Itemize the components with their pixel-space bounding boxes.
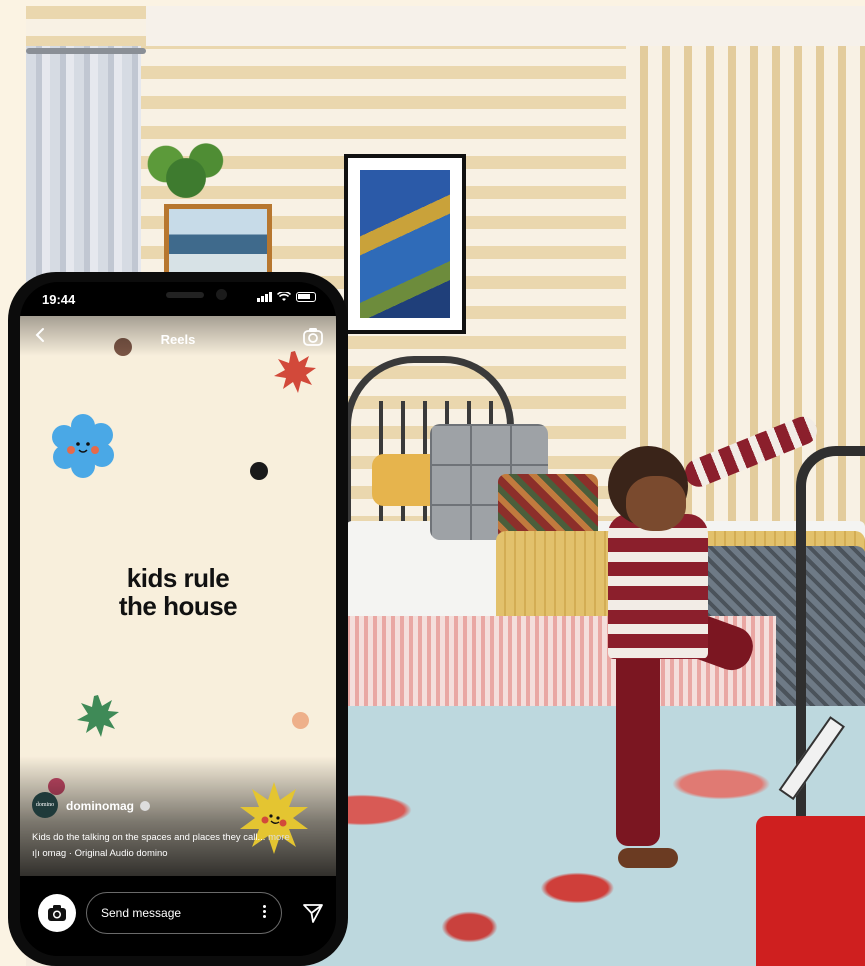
message-bar: Send message xyxy=(20,876,336,956)
headline-line-1: kids rule xyxy=(126,563,230,593)
message-placeholder: Send message xyxy=(101,906,182,920)
verified-badge-icon xyxy=(140,801,150,811)
ceiling xyxy=(146,6,865,46)
blue-flower-sticker xyxy=(52,414,114,478)
phone-mockup: 19:44 kids rule the house Reels domino d… xyxy=(8,272,348,966)
red-starburst-sticker xyxy=(274,351,316,393)
seascape-painting xyxy=(164,204,272,278)
status-time: 19:44 xyxy=(42,292,76,307)
composite-image: 19:44 kids rule the house Reels domino d… xyxy=(0,0,865,966)
front-camera xyxy=(216,289,227,300)
username-row[interactable]: dominomag xyxy=(66,799,150,813)
reel-video[interactable]: kids rule the house Reels domino dominom… xyxy=(20,316,336,876)
framed-photo xyxy=(344,154,466,334)
camera-button-icon xyxy=(48,905,66,921)
hanging-plant xyxy=(136,136,236,206)
camera-icon[interactable] xyxy=(302,326,324,348)
child-leg xyxy=(616,646,660,846)
child-foot xyxy=(618,848,678,868)
message-input[interactable]: Send message xyxy=(86,892,282,934)
yellow-sun-sticker xyxy=(240,782,308,854)
signal-icon xyxy=(257,292,272,302)
wifi-icon xyxy=(277,292,291,301)
more-dots-icon[interactable] xyxy=(263,903,267,923)
avatar[interactable]: domino xyxy=(32,792,58,818)
peach-dot xyxy=(292,712,309,729)
reel-headline: kids rule the house xyxy=(20,564,336,620)
audio-bars-icon: ı|ı xyxy=(32,848,43,859)
bed-rail xyxy=(796,446,865,866)
audio-label: omag · Original Audio domino xyxy=(42,848,168,859)
battery-icon xyxy=(296,292,316,302)
phone-screen: 19:44 kids rule the house Reels domino d… xyxy=(20,282,336,956)
child-face xyxy=(626,476,686,531)
camera-button[interactable] xyxy=(38,894,76,932)
speaker-grille xyxy=(166,292,204,298)
username[interactable]: dominomag xyxy=(66,799,134,813)
child-shirt xyxy=(608,514,708,659)
reel-header: Reels xyxy=(20,316,336,356)
caption-text: Kids do the talking on the spaces and pl… xyxy=(32,832,266,843)
toy-fire-truck xyxy=(756,816,865,966)
reel-title: Reels xyxy=(160,332,196,347)
caption[interactable]: Kids do the talking on the spaces and pl… xyxy=(32,832,332,843)
rollercoaster-art xyxy=(360,170,450,318)
status-icons xyxy=(257,292,316,302)
audio-row[interactable]: ı|ı omag · Original Audio domino xyxy=(32,848,168,859)
curtain xyxy=(26,46,141,306)
caption-more-link[interactable]: more xyxy=(268,832,290,843)
status-bar: 19:44 xyxy=(20,282,336,316)
black-dot xyxy=(250,462,268,480)
send-icon[interactable] xyxy=(302,902,324,924)
green-starburst-sticker xyxy=(77,695,119,737)
headline-line-2: the house xyxy=(118,591,238,621)
curtain-rod xyxy=(26,48,146,54)
